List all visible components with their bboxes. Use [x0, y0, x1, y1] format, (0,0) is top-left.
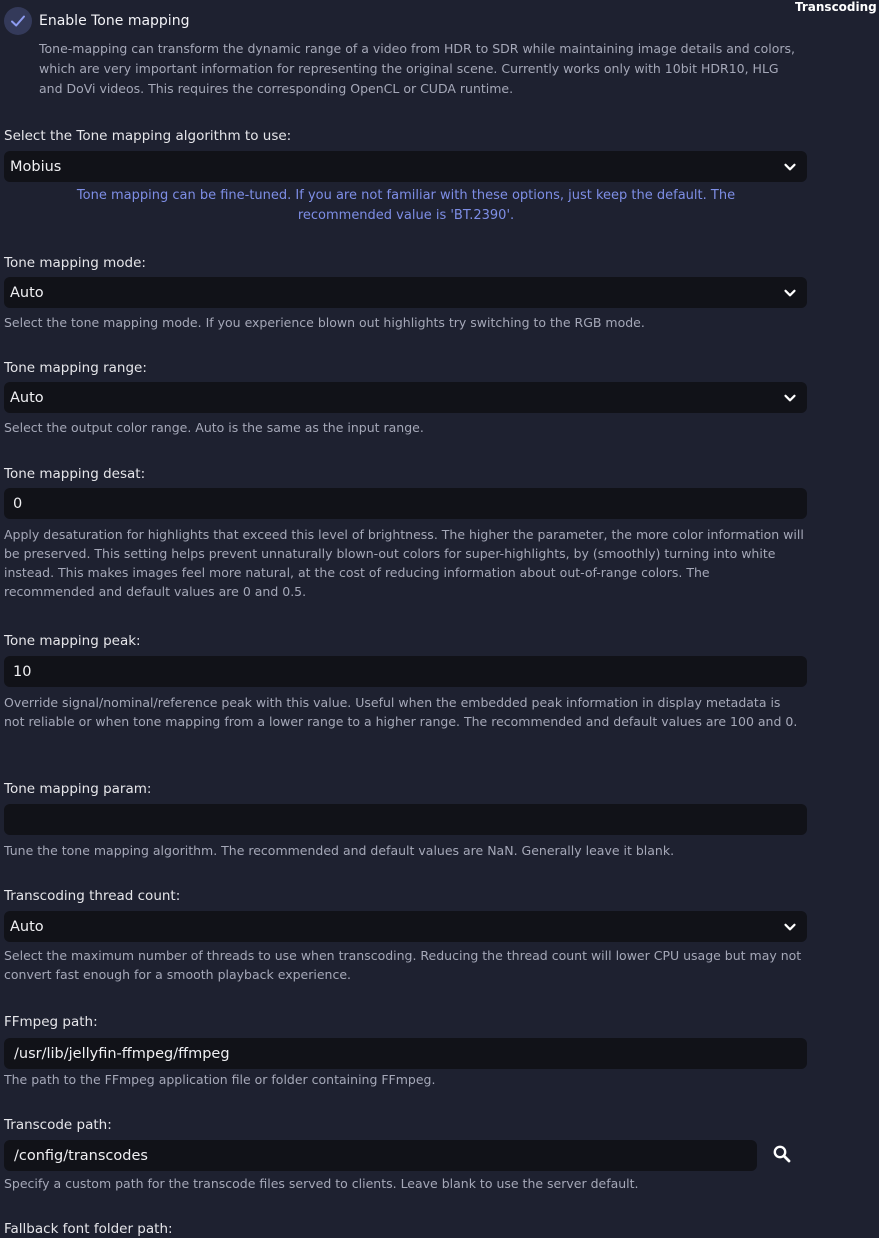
range-help: Select the output color range. Auto is t…: [4, 420, 424, 435]
enable-tone-mapping-label[interactable]: Enable Tone mapping: [39, 12, 189, 30]
mode-help: Select the tone mapping mode. If you exp…: [4, 315, 645, 330]
param-label: Tone mapping param:: [4, 781, 152, 797]
range-label: Tone mapping range:: [4, 360, 147, 376]
param-input[interactable]: [4, 804, 807, 835]
ffmpeg-path-value: /usr/lib/jellyfin-ffmpeg/ffmpeg: [14, 1045, 230, 1062]
chevron-down-icon: [784, 289, 796, 297]
transcode-path-value: /config/transcodes: [14, 1147, 148, 1164]
search-icon: [773, 1145, 791, 1163]
transcode-path-label: Transcode path:: [4, 1117, 112, 1133]
ffmpeg-path-help: The path to the FFmpeg application file …: [4, 1072, 436, 1087]
thread-count-help: Select the maximum number of threads to …: [4, 948, 802, 982]
desat-help: Apply desaturation for highlights that e…: [4, 527, 804, 599]
peak-help: Override signal/nominal/reference peak w…: [4, 695, 798, 729]
chevron-down-icon: [784, 923, 796, 931]
mode-select[interactable]: Auto: [4, 277, 807, 308]
chevron-down-icon: [784, 163, 796, 171]
algorithm-select-value: Mobius: [10, 158, 62, 175]
thread-count-select[interactable]: Auto: [4, 911, 807, 942]
range-select[interactable]: Auto: [4, 382, 807, 413]
mode-select-value: Auto: [10, 284, 44, 301]
range-select-value: Auto: [10, 389, 44, 406]
algorithm-select[interactable]: Mobius: [4, 151, 807, 182]
mode-label: Tone mapping mode:: [4, 255, 146, 271]
peak-input-value: 10: [13, 663, 32, 680]
page-title: Transcoding: [795, 0, 877, 14]
check-icon: [11, 15, 25, 27]
thread-count-label: Transcoding thread count:: [4, 888, 181, 904]
transcode-path-help: Specify a custom path for the transcode …: [4, 1176, 639, 1191]
algorithm-notice: Tone mapping can be fine-tuned. If you a…: [76, 188, 736, 223]
peak-label: Tone mapping peak:: [4, 633, 141, 649]
thread-count-select-value: Auto: [10, 918, 44, 935]
chevron-down-icon: [784, 394, 796, 402]
desat-input-value: 0: [13, 495, 23, 512]
algorithm-label: Select the Tone mapping algorithm to use…: [4, 128, 292, 144]
fallback-font-label: Fallback font folder path:: [4, 1221, 173, 1237]
enable-tone-mapping-checkbox[interactable]: [4, 7, 32, 35]
tone-mapping-description: Tone-mapping can transform the dynamic r…: [39, 41, 795, 96]
desat-label: Tone mapping desat:: [4, 466, 146, 482]
desat-input[interactable]: 0: [4, 488, 807, 519]
ffmpeg-path-label: FFmpeg path:: [4, 1014, 98, 1030]
transcode-path-input[interactable]: /config/transcodes: [4, 1140, 757, 1171]
peak-input[interactable]: 10: [4, 656, 807, 687]
transcode-path-browse-button[interactable]: [770, 1142, 794, 1166]
ffmpeg-path-input[interactable]: /usr/lib/jellyfin-ffmpeg/ffmpeg: [4, 1038, 807, 1069]
param-help: Tune the tone mapping algorithm. The rec…: [4, 843, 675, 858]
